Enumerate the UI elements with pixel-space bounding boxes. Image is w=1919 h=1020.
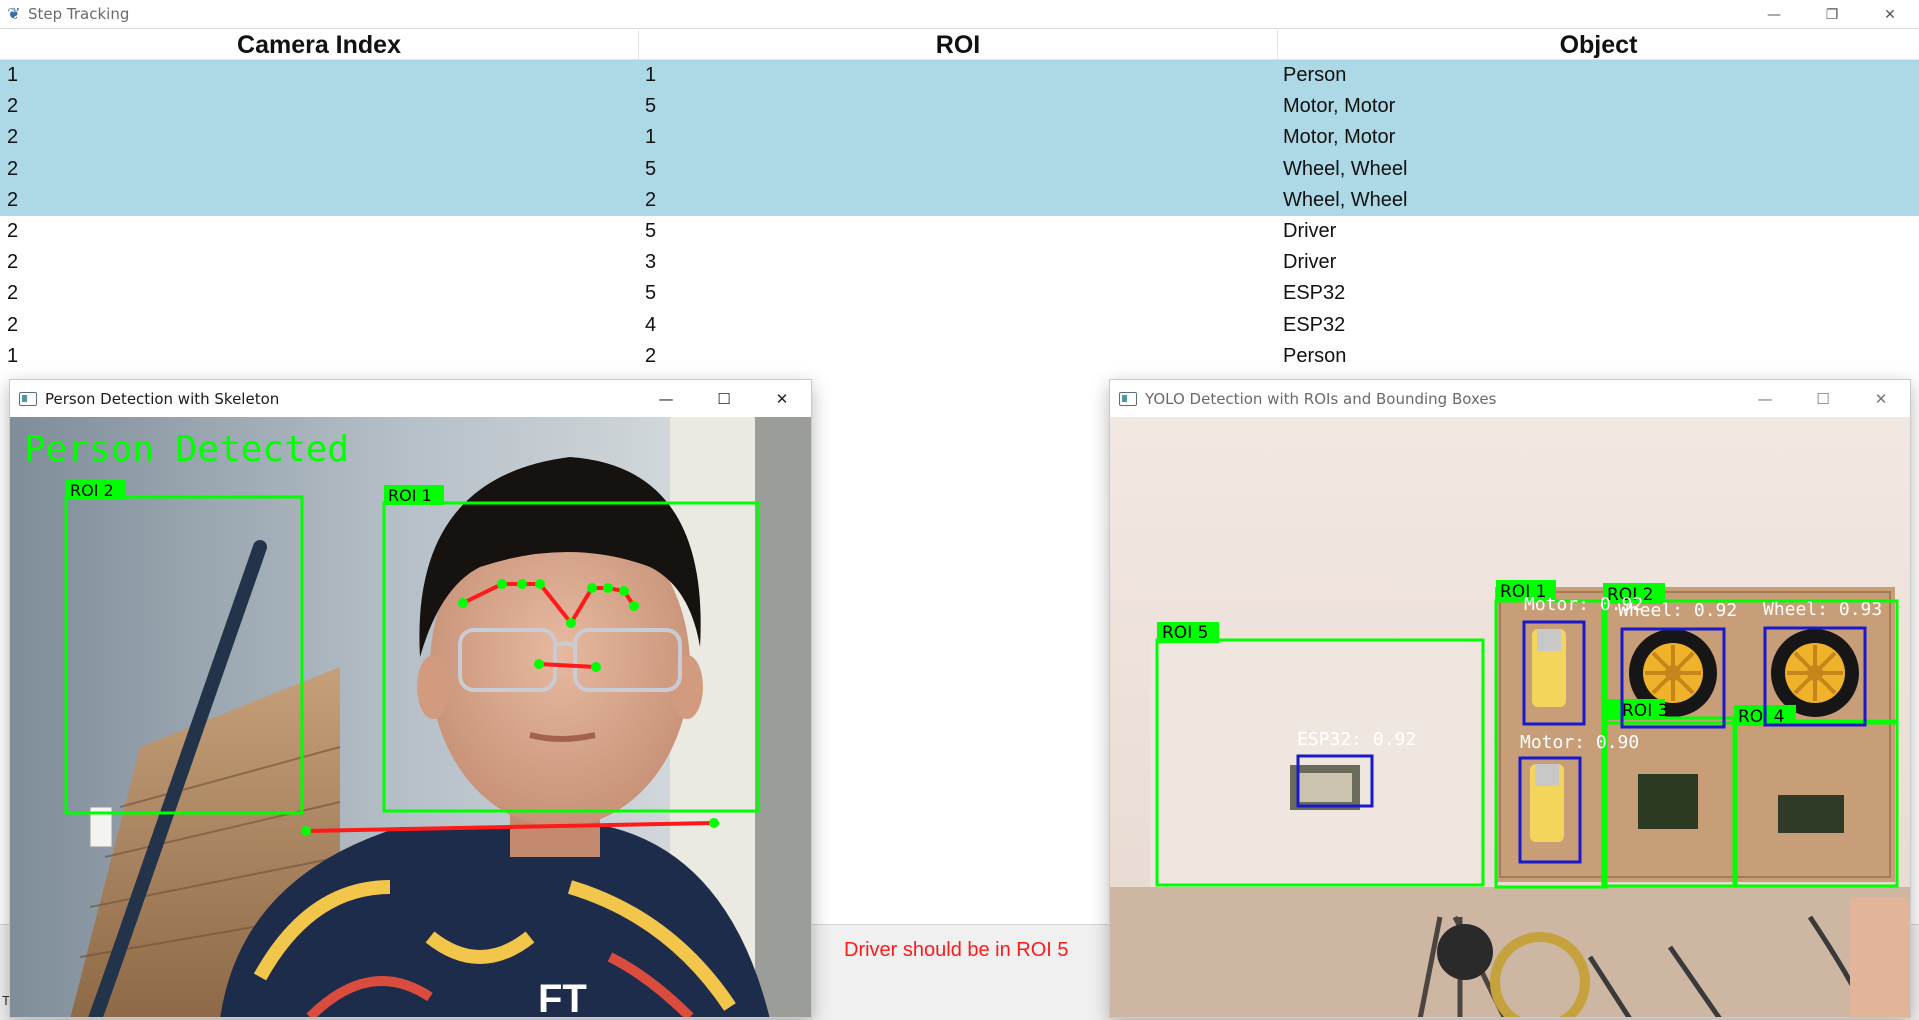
table-row[interactable]: 2 4 ESP32	[0, 310, 1919, 341]
cell-roi: 4	[645, 313, 657, 336]
yolo-detection-window: YOLO Detection with ROIs and Bounding Bo…	[1109, 379, 1911, 1018]
header-camera-index[interactable]: Camera Index	[0, 30, 639, 59]
detection-label-esp32: ESP32: 0.92	[1297, 729, 1416, 750]
roi-5-label: ROI 5	[1162, 623, 1208, 643]
table-row[interactable]: 1 2 Person	[0, 341, 1919, 372]
table-row[interactable]: 2 5 Motor, Motor	[0, 91, 1919, 123]
yolo-window-controls: — ☐ ✕	[1736, 380, 1910, 417]
header-object[interactable]: Object	[1278, 30, 1919, 59]
table-row[interactable]: 2 5 Wheel, Wheel	[0, 153, 1919, 185]
status-message: Driver should be in ROI 5	[844, 939, 1069, 961]
window-app-icon	[19, 391, 37, 406]
close-button[interactable]: ✕	[1852, 380, 1910, 417]
cell-object: Motor, Motor	[1283, 126, 1396, 149]
detection-label-wheel-1: Wheel: 0.92	[1618, 600, 1737, 621]
cell-roi: 5	[645, 95, 657, 118]
cell-camera-index: 2	[7, 219, 19, 242]
feather-icon: ❦	[7, 6, 21, 23]
cell-object: Driver	[1283, 251, 1337, 274]
cell-roi: 5	[645, 282, 657, 305]
cell-roi: 2	[645, 188, 657, 211]
cell-camera-index: 2	[7, 188, 19, 211]
close-button[interactable]: ✕	[753, 380, 811, 417]
cell-camera-index: 2	[7, 282, 19, 305]
white-board	[1150, 639, 1480, 887]
minimize-button[interactable]: —	[637, 380, 695, 417]
restore-button[interactable]: ❐	[1803, 0, 1861, 29]
person-camera-feed: FT Person Detected ROI 2 ROI 1	[10, 417, 811, 1017]
table-row[interactable]: 1 1 Person	[0, 60, 1919, 92]
maximize-button[interactable]: ☐	[695, 380, 753, 417]
cell-camera-index: 2	[7, 126, 19, 149]
roi-2-label: ROI 2	[70, 481, 114, 500]
window-title: Step Tracking	[28, 5, 130, 23]
cell-camera-index: 2	[7, 251, 19, 274]
minimize-button[interactable]: —	[1745, 0, 1803, 29]
cell-object: Motor, Motor	[1283, 95, 1396, 118]
yolo-window-title: YOLO Detection with ROIs and Bounding Bo…	[1145, 389, 1497, 408]
window-controls: — ❐ ✕	[1745, 0, 1919, 29]
cell-camera-index: 2	[7, 95, 19, 118]
cell-camera-index: 1	[7, 344, 19, 367]
minimize-button[interactable]: —	[1736, 380, 1794, 417]
person-window-titlebar[interactable]: Person Detection with Skeleton — ☐ ✕	[10, 380, 811, 417]
cell-object: Wheel, Wheel	[1283, 188, 1408, 211]
main-titlebar: ❦ Step Tracking — ❐ ✕	[0, 0, 1919, 29]
close-button[interactable]: ✕	[1861, 0, 1919, 29]
person-window-controls: — ☐ ✕	[637, 380, 811, 417]
cell-roi: 5	[645, 219, 657, 242]
person-detected-banner: Person Detected	[24, 429, 349, 470]
cell-object: Person	[1283, 64, 1347, 86]
table-row[interactable]: 2 2 Wheel, Wheel	[0, 184, 1919, 216]
cell-roi: 1	[645, 126, 657, 149]
table-body: 1 1 Person 2 5 Motor, Motor 2 1 Motor, Motor 2 5 Wh…	[0, 60, 1919, 372]
yolo-camera-feed: ROI 5 ROI 1 ROI 2 ROI 3 ROI 4 Motor: 0.9…	[1110, 417, 1910, 1017]
cell-camera-index: 2	[7, 313, 19, 336]
roi-1-label: ROI 1	[388, 486, 432, 505]
window-app-icon	[1119, 391, 1137, 406]
table-row[interactable]: 2 3 Driver	[0, 247, 1919, 278]
cell-roi: 5	[645, 157, 657, 180]
maximize-button[interactable]: ☐	[1794, 380, 1852, 417]
cell-object: Person	[1283, 344, 1347, 367]
cell-object: ESP32	[1283, 282, 1346, 305]
yolo-window-titlebar[interactable]: YOLO Detection with ROIs and Bounding Bo…	[1110, 380, 1910, 417]
cell-roi: 1	[645, 64, 657, 86]
person-window-title: Person Detection with Skeleton	[45, 389, 280, 408]
table-header: Camera Index ROI Object	[0, 30, 1919, 60]
cell-object: Wheel, Wheel	[1283, 157, 1408, 180]
cell-object: Driver	[1283, 219, 1337, 242]
cell-camera-index: 1	[7, 64, 19, 86]
detection-label-wheel-2: Wheel: 0.93	[1763, 599, 1882, 620]
header-roi[interactable]: ROI	[639, 30, 1278, 59]
cell-roi: 3	[645, 251, 657, 274]
detection-label-motor-2: Motor: 0.90	[1520, 732, 1639, 753]
cell-roi: 2	[645, 344, 657, 367]
roi-3-label: ROI 3	[1622, 701, 1668, 721]
cell-object: ESP32	[1283, 313, 1346, 336]
svg-text:FT: FT	[538, 977, 587, 1018]
person-detection-window: Person Detection with Skeleton — ☐ ✕ FT …	[9, 379, 812, 1018]
table-row[interactable]: 2 5 Driver	[0, 216, 1919, 247]
table-row[interactable]: 2 5 ESP32	[0, 278, 1919, 309]
cell-camera-index: 2	[7, 157, 19, 180]
tracking-table: Camera Index ROI Object 1 1 Person 2 5 Motor,…	[0, 30, 1919, 372]
wheel-part-2	[1771, 629, 1859, 717]
table-row[interactable]: 2 1 Motor, Motor	[0, 122, 1919, 154]
